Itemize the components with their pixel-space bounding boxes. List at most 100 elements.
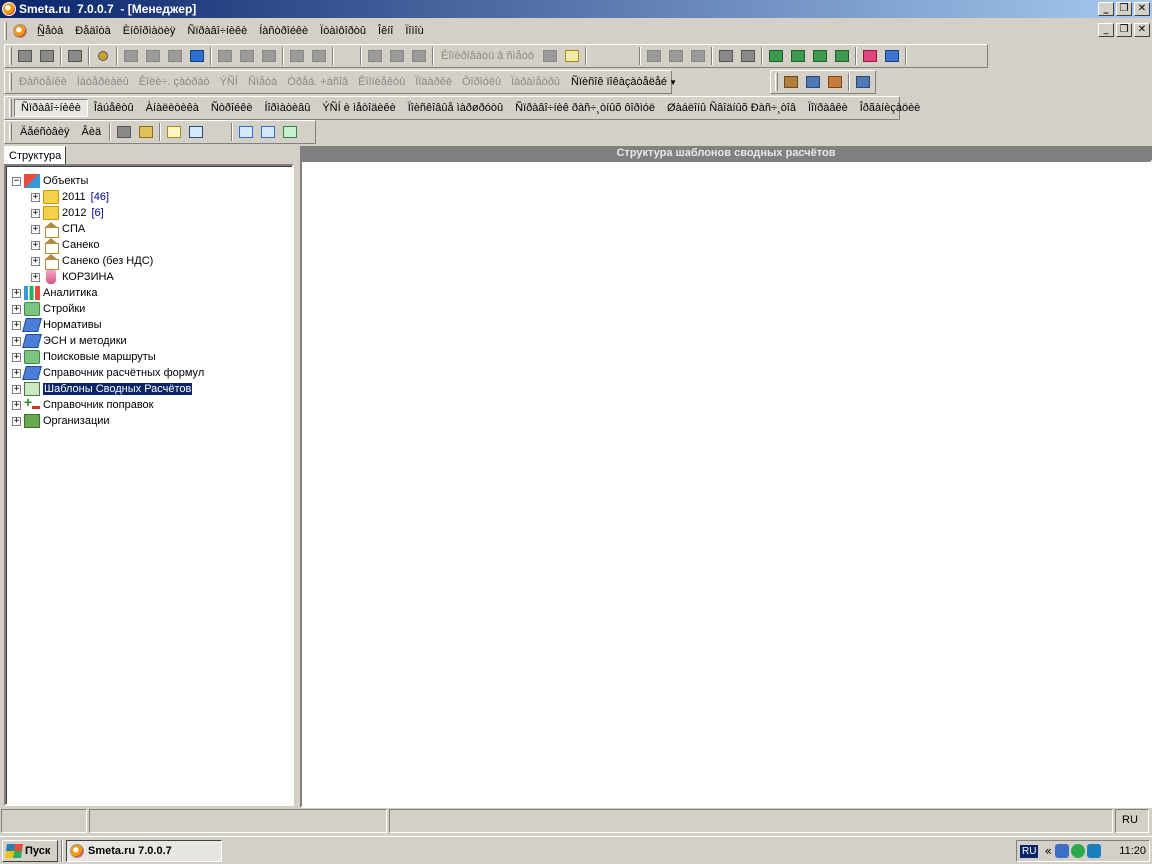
collapse-icon[interactable]: −	[12, 176, 21, 186]
bricks-icon[interactable]	[825, 73, 845, 91]
network-icon[interactable]	[1054, 844, 1069, 858]
expand-icon[interactable]: +	[31, 256, 40, 266]
menu-item-reference[interactable]: Ñïðàâî÷íèêè	[181, 25, 253, 37]
view-menu[interactable]: Âèä	[76, 126, 108, 138]
tree-node-2011[interactable]: + 2011 [46]	[31, 189, 109, 205]
nav-corrections[interactable]: Ïîïðàâêè	[802, 102, 854, 114]
expand-icon[interactable]: +	[12, 368, 21, 378]
expand-icon[interactable]: +	[12, 288, 21, 298]
tree-node-esn-methods[interactable]: + ЭСН и методики	[12, 333, 127, 349]
menu-item-info[interactable]: Èíôîðìàöèÿ	[117, 25, 182, 37]
menu-item-edit[interactable]: Ðåäîòà	[69, 25, 116, 37]
expand-icon[interactable]: +	[31, 208, 40, 218]
mdi-restore-button[interactable]: ❐	[1116, 23, 1132, 37]
language-indicator[interactable]: RU	[1020, 844, 1039, 858]
app-icon[interactable]	[2, 2, 16, 16]
actions-toolbar-grip[interactable]	[9, 123, 12, 141]
book-icon[interactable]	[882, 47, 902, 65]
panel-left-icon[interactable]	[644, 47, 664, 65]
toolbar-formulas[interactable]: Ôîðìóëû	[457, 76, 506, 88]
truck-icon[interactable]	[803, 73, 823, 91]
templates-structure-view[interactable]	[300, 160, 1152, 808]
tree-node-constructions[interactable]: + Стройки	[12, 301, 85, 317]
antivirus-icon[interactable]	[1070, 844, 1085, 858]
tree-node-summary-templates[interactable]: + Шаблоны Сводных Расчётов	[12, 381, 194, 397]
taskbar-app-button[interactable]: Smeta.ru 7.0.0.7	[66, 839, 222, 862]
paste-icon[interactable]	[562, 47, 582, 65]
tree-node-2012[interactable]: + 2012 [6]	[31, 205, 104, 221]
actions-menu[interactable]: Äåéñòâèÿ	[14, 126, 76, 138]
export-icon[interactable]	[258, 123, 278, 141]
expand-icon[interactable]: +	[31, 272, 40, 282]
tree-node-saneko[interactable]: + Санеко	[31, 237, 99, 254]
document-menu-icon[interactable]	[13, 24, 27, 38]
nav-normatives[interactable]: Íîðìàòèâû	[258, 102, 316, 114]
eraser-icon[interactable]	[860, 47, 880, 65]
sync-icon[interactable]	[280, 123, 300, 141]
toolbar-rates[interactable]: Ðàñöåíêè	[14, 76, 72, 88]
toolbar-gifts[interactable]: Ïîäàðêè	[410, 76, 457, 88]
new-item-icon[interactable]	[164, 123, 184, 141]
nav-summary-templates[interactable]: Øàáëîíû Ñâîäíûõ Ðàñ÷¸òîâ	[661, 102, 802, 114]
mdi-minimize-button[interactable]: _	[1098, 23, 1114, 37]
toolbar-materials[interactable]: Ìàòåðèàëû	[72, 76, 134, 88]
start-button[interactable]: Пуск	[2, 839, 58, 862]
indicators-dropdown[interactable]: Ñïèñîê ïîêàçàòåëåé ▼	[565, 76, 679, 88]
menu-item-window[interactable]: Îêíî	[372, 25, 399, 37]
toolbar-parameters[interactable]: Ïàðàìåòðû	[506, 76, 565, 88]
delete-icon[interactable]	[337, 47, 357, 65]
restore-button[interactable]: ❐	[1116, 2, 1132, 16]
panel-right-icon[interactable]	[688, 47, 708, 65]
copy-pages-icon[interactable]	[540, 47, 560, 65]
tree-refresh-icon[interactable]	[738, 47, 758, 65]
list-outdent-icon[interactable]	[259, 47, 279, 65]
move-bottom-icon[interactable]	[832, 47, 852, 65]
navigation-toolbar-grip[interactable]	[9, 99, 12, 117]
folder-export-icon[interactable]	[136, 123, 156, 141]
tools-toolbar-grip[interactable]	[775, 73, 778, 91]
expand-icon[interactable]: +	[31, 192, 40, 202]
tree-node-basket[interactable]: + КОРЗИНА	[31, 269, 114, 285]
nav-constructions[interactable]: Ñòðîéêè	[205, 102, 259, 114]
tree-node-search-routes[interactable]: + Поисковые маршруты	[12, 349, 156, 365]
tree-node-spa[interactable]: + СПА	[31, 221, 85, 238]
show-hidden-icons-button[interactable]: «	[1044, 844, 1051, 858]
stamp-icon[interactable]	[365, 47, 385, 65]
list-indent-icon[interactable]	[237, 47, 257, 65]
reference-toolbar-grip[interactable]	[9, 73, 12, 91]
search-icon[interactable]	[93, 47, 113, 65]
menu-item-settings[interactable]: Íàñòðîéêè	[253, 25, 314, 37]
nav-analytics[interactable]: Àíàëèòèêà	[140, 102, 205, 114]
panel-splitter[interactable]	[295, 144, 299, 808]
add-item-icon[interactable]	[409, 47, 429, 65]
expand-icon[interactable]: +	[12, 320, 21, 330]
toolbar-quantities[interactable]: Êîëè÷. çàòðàò	[134, 76, 215, 88]
expand-icon[interactable]: +	[12, 336, 21, 346]
tree-view-icon[interactable]	[15, 47, 35, 65]
toolbar-esn[interactable]: ÝÑÍ	[215, 76, 243, 88]
toolbar-sets[interactable]: Êîìïëåêòû	[353, 76, 410, 88]
nav-formula-reference[interactable]: Ñïðàâî÷íèê ðàñ÷¸òíûõ ôîðìóë	[509, 102, 661, 114]
tree-expand-icon[interactable]	[37, 47, 57, 65]
move-up-icon[interactable]	[766, 47, 786, 65]
group-icon[interactable]	[387, 47, 407, 65]
calculator-icon[interactable]	[65, 47, 85, 65]
nav-search-routes[interactable]: Ïîèñêîâûå ìàðøðóòû	[402, 102, 509, 114]
undo-delete-icon[interactable]	[187, 47, 207, 65]
close-button[interactable]: ✕	[1134, 2, 1150, 16]
move-top-icon[interactable]	[788, 47, 808, 65]
copy-icon[interactable]	[143, 47, 163, 65]
move-down-icon[interactable]	[810, 47, 830, 65]
minimize-button[interactable]: _	[1098, 2, 1114, 16]
vehicle-icon[interactable]	[853, 73, 873, 91]
edit-item-icon[interactable]	[186, 123, 206, 141]
toolbar-estimate[interactable]: Ñìåòà	[243, 76, 282, 88]
mdi-close-button[interactable]: ✕	[1134, 23, 1150, 37]
delete-item-icon[interactable]	[208, 123, 228, 141]
tree-node-normatives[interactable]: + Нормативы	[12, 317, 102, 333]
undo-icon[interactable]	[165, 47, 185, 65]
nav-esn-methods[interactable]: ÝÑÍ è ìåòîäèêè	[316, 102, 401, 114]
menu-item-help[interactable]: Ïîìîù	[399, 25, 429, 37]
tree-node-corrections[interactable]: + Справочник поправок	[12, 394, 153, 413]
list-icon[interactable]	[215, 47, 235, 65]
